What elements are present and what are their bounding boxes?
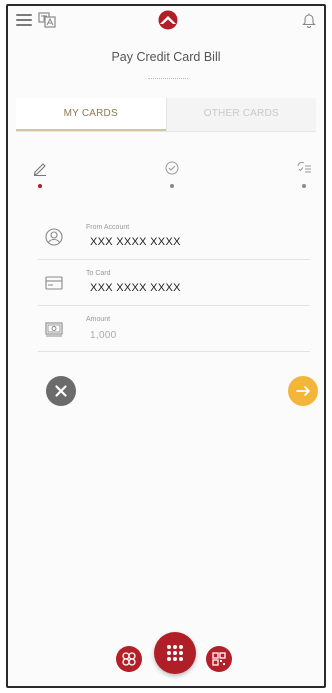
confirm-list-icon <box>297 161 311 173</box>
to-card-value[interactable]: XXX XXXX XXXX <box>90 282 181 294</box>
step-verify <box>162 160 182 188</box>
bank-logo <box>158 10 178 30</box>
step-indicator-active <box>38 184 42 188</box>
cash-icon <box>45 322 63 337</box>
top-bar <box>8 6 324 36</box>
close-icon <box>55 385 67 397</box>
rewards-icon <box>122 652 136 666</box>
main-menu-button[interactable] <box>154 632 196 674</box>
arrow-right-icon <box>296 386 310 396</box>
menu-icon[interactable] <box>16 14 32 26</box>
bottom-navigation <box>8 626 324 686</box>
progress-steps <box>8 160 324 190</box>
verify-check-icon <box>165 161 179 175</box>
tab-my-cards[interactable]: MY CARDS <box>16 98 166 131</box>
language-icon[interactable] <box>38 12 56 28</box>
next-button[interactable] <box>288 376 318 406</box>
amount-field[interactable]: Amount 1,000 <box>38 308 310 352</box>
bell-icon[interactable] <box>302 12 316 28</box>
qr-icon <box>212 652 226 666</box>
rewards-button[interactable] <box>116 646 142 672</box>
qr-button[interactable] <box>206 646 232 672</box>
from-account-field[interactable]: From Account XXX XXXX XXXX <box>38 216 310 260</box>
credit-card-icon <box>45 276 63 290</box>
user-icon <box>45 228 63 246</box>
step-indicator <box>170 184 174 188</box>
app-screen: Pay Credit Card Bill MY CARDS OTHER CARD… <box>6 4 326 688</box>
tab-other-cards[interactable]: OTHER CARDS <box>165 98 316 131</box>
amount-input[interactable]: 1,000 <box>90 330 117 341</box>
step-confirm <box>294 160 314 188</box>
step-edit <box>30 160 50 188</box>
payment-form: From Account XXX XXXX XXXX To Card XXX X… <box>38 216 310 354</box>
to-card-label: To Card <box>86 270 111 277</box>
card-tabs: MY CARDS OTHER CARDS <box>16 98 316 132</box>
title-divider <box>148 78 188 79</box>
edit-pencil-icon <box>33 163 46 176</box>
to-card-field[interactable]: To Card XXX XXXX XXXX <box>38 262 310 306</box>
step-indicator <box>302 184 306 188</box>
cancel-button[interactable] <box>46 376 76 406</box>
amount-label: Amount <box>86 316 111 323</box>
from-account-label: From Account <box>86 224 130 231</box>
menu-grid-icon <box>167 645 183 661</box>
from-account-value[interactable]: XXX XXXX XXXX <box>90 236 181 248</box>
page-title: Pay Credit Card Bill <box>111 50 221 64</box>
